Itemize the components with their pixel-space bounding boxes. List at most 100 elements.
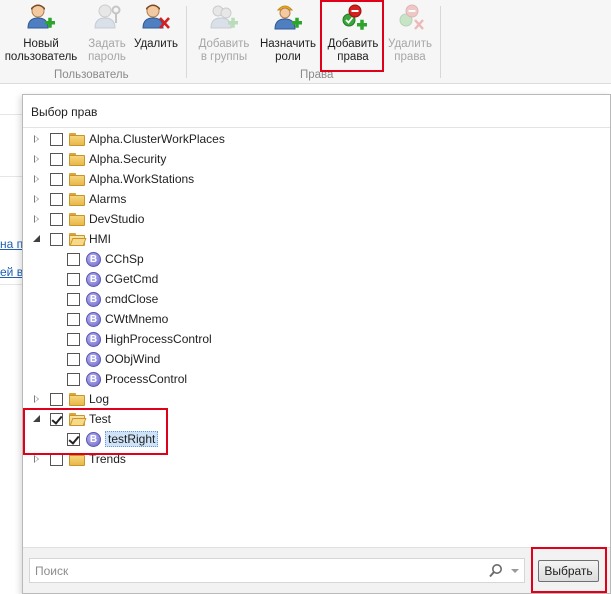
highlight-test-node (23, 408, 168, 455)
folder-icon (69, 132, 85, 146)
assign-roles-label-2: роли (275, 51, 301, 63)
tree-node-checkbox[interactable] (67, 332, 80, 346)
search-placeholder: Поиск (35, 564, 69, 578)
background-link[interactable]: на па (0, 237, 22, 251)
search-field[interactable]: Поиск (29, 558, 525, 583)
delete-rights-button[interactable]: Удалить права (384, 2, 436, 70)
user-delete-icon (141, 2, 171, 34)
highlight-select-button (531, 547, 607, 593)
tree-right-node[interactable]: BcmdClose (67, 289, 158, 309)
tree-node-label: ProcessControl (105, 372, 188, 386)
right-badge-icon: B (86, 371, 101, 387)
add-to-groups-button[interactable]: Добавить в группы (194, 2, 254, 70)
tree-node-checkbox[interactable] (50, 132, 63, 146)
tree-node-label: Alpha.WorkStations (89, 172, 195, 186)
right-badge-icon: B (86, 331, 101, 347)
group-label-user: Пользователь (54, 69, 129, 81)
tree-right-node[interactable]: B CGetCmd (67, 269, 158, 289)
user-key-icon (92, 2, 122, 34)
collapse-arrow-icon[interactable] (32, 234, 42, 244)
rights-tree: Alpha.ClusterWorkPlaces Alpha.Security Alp… (23, 127, 610, 547)
tree-folder-node[interactable]: Alpha.WorkStations (32, 169, 194, 189)
tree-right-node[interactable]: B ProcessControl (67, 369, 187, 389)
ribbon-separator (186, 6, 187, 78)
tree-node-label: HighProcessControl (105, 332, 212, 346)
assign-roles-label-1: Назначить (259, 38, 316, 50)
dialog-bottom-bar: Поиск Выбрать (23, 547, 610, 593)
assign-roles-button[interactable]: Назначить роли (257, 2, 319, 70)
folder-icon (69, 172, 85, 186)
expand-arrow-icon[interactable] (32, 194, 42, 204)
tree-right-node[interactable]: B CWtMnemo (67, 309, 168, 329)
tree-node-checkbox[interactable] (67, 292, 80, 306)
tree-node-label: CWtMnemo (105, 312, 169, 326)
tree-node-checkbox[interactable] (67, 312, 80, 326)
tree-node-label: Alarms (89, 192, 127, 206)
folder-icon (69, 212, 85, 226)
expand-arrow-icon[interactable] (32, 394, 42, 404)
tree-folder-node[interactable]: DevStudio (32, 209, 144, 229)
ribbon-toolbar: Новый пользователь Задать пароль Удалить (0, 0, 611, 84)
ribbon-separator (440, 6, 441, 78)
chevron-down-icon[interactable] (511, 569, 519, 573)
expand-arrow-icon[interactable] (32, 134, 42, 144)
tree-node-label: HMI (89, 232, 111, 246)
group-add-icon (209, 2, 239, 34)
expand-arrow-icon[interactable] (32, 174, 42, 184)
background-link[interactable]: ей в (0, 265, 22, 279)
right-badge-icon: B (86, 251, 101, 267)
delete-rights-label-2: права (394, 51, 426, 63)
tree-right-node[interactable]: B OObjWind (67, 349, 160, 369)
tree-node-checkbox[interactable] (67, 372, 80, 386)
tree-node-checkbox[interactable] (50, 192, 63, 206)
expand-arrow-icon[interactable] (32, 214, 42, 224)
tree-node-label: CGetCmd (105, 272, 159, 286)
set-password-label-2: пароль (88, 51, 126, 63)
tree-right-node[interactable]: B CChSp (67, 249, 144, 269)
search-icon[interactable] (488, 563, 504, 579)
folder-icon (69, 152, 85, 166)
tree-node-checkbox[interactable] (50, 172, 63, 186)
tree-node-label: Alpha.ClusterWorkPlaces (89, 132, 225, 146)
worker-add-icon (273, 2, 303, 34)
tree-node-checkbox[interactable] (50, 212, 63, 226)
select-rights-dialog: Выбор прав Alpha.ClusterWorkPlaces Alpha.… (22, 94, 611, 594)
delete-user-button[interactable]: Удалить (132, 2, 180, 70)
delete-user-label-1: Удалить (134, 38, 178, 50)
tree-node-label: cmdClose (105, 292, 159, 306)
add-to-groups-label-1: Добавить (198, 38, 250, 50)
rights-delete-icon (395, 2, 425, 34)
tree-node-checkbox[interactable] (50, 152, 63, 166)
expand-arrow-icon[interactable] (32, 154, 42, 164)
set-password-label-1: Задать (88, 38, 126, 50)
tree-folder-node[interactable]: Log (32, 389, 109, 409)
tree-node-checkbox[interactable] (67, 252, 80, 266)
tree-node-checkbox[interactable] (50, 232, 63, 246)
folder-open-icon (69, 232, 87, 246)
background-divider (0, 114, 22, 115)
tree-node-checkbox[interactable] (67, 272, 80, 286)
tree-folder-node[interactable]: Alpha.Security (32, 149, 166, 169)
new-user-label-1: Новый (23, 38, 59, 50)
tree-node-label: Log (89, 392, 110, 406)
user-add-icon (26, 2, 56, 34)
new-user-button[interactable]: Новый пользователь (4, 2, 78, 70)
tree-node-checkbox[interactable] (50, 392, 63, 406)
expand-arrow-icon[interactable] (32, 454, 42, 464)
background-divider (0, 176, 22, 177)
tree-node-checkbox[interactable] (67, 352, 80, 366)
right-badge-icon: B (86, 291, 101, 307)
tree-right-node[interactable]: B HighProcessControl (67, 329, 212, 349)
delete-rights-label-1: Удалить (388, 38, 432, 50)
tree-folder-node[interactable]: HMI (32, 229, 111, 249)
folder-icon (69, 392, 85, 406)
tree-node-label: Alpha.Security (89, 152, 167, 166)
background-page: на па ей в (0, 84, 22, 594)
tree-folder-node[interactable]: Alpha.ClusterWorkPlaces (32, 129, 225, 149)
tree-folder-node[interactable]: Alarms (32, 189, 126, 209)
folder-icon (69, 192, 85, 206)
add-to-groups-label-2: в группы (200, 51, 248, 63)
tree-node-label: DevStudio (89, 212, 145, 226)
highlight-add-rights (320, 0, 384, 72)
set-password-button[interactable]: Задать пароль (82, 2, 132, 70)
